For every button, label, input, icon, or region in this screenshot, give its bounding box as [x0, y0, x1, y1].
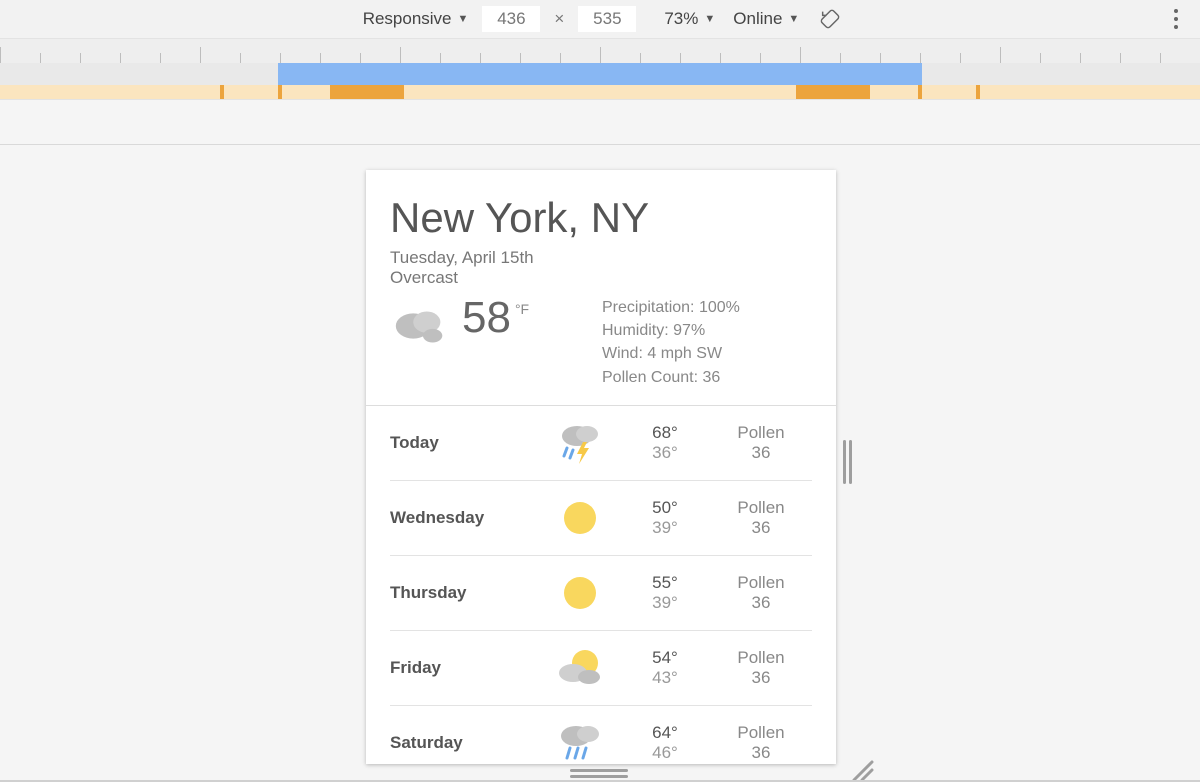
forecast-day: Thursday [390, 583, 540, 603]
city-title: New York, NY [390, 194, 812, 242]
viewport-height-input[interactable] [578, 6, 636, 32]
resize-handle-bottom[interactable] [570, 769, 628, 778]
zoom-select[interactable]: 73% ▼ [660, 5, 719, 33]
forecast-day: Friday [390, 658, 540, 678]
forecast-row[interactable]: Friday 54°43°Pollen36 [390, 631, 812, 706]
forecast-pollen: Pollen36 [710, 498, 812, 538]
forecast-pollen: Pollen36 [710, 723, 812, 763]
forecast-temps: 54°43° [620, 648, 710, 688]
forecast-pollen: Pollen36 [710, 423, 812, 463]
date-label: Tuesday, April 15th [390, 248, 812, 268]
forecast-partly-icon [540, 647, 620, 689]
forecast-row[interactable]: Wednesday 50°39°Pollen36 [390, 481, 812, 556]
device-ruler[interactable] [0, 39, 1200, 63]
forecast-temps: 55°39° [620, 573, 710, 613]
forecast-row[interactable]: Saturday 64°46°Pollen36 [390, 706, 812, 764]
forecast-list: Today68°36°Pollen36Wednesday50°39°Pollen… [390, 406, 812, 764]
more-options-button[interactable] [1174, 0, 1178, 38]
device-toolbar: Responsive ▼ × 73% ▼ Online ▼ [0, 0, 1200, 39]
throttling-select[interactable]: Online ▼ [729, 5, 803, 33]
dimension-separator: × [550, 9, 568, 29]
forecast-row[interactable]: Thursday 55°39°Pollen36 [390, 556, 812, 631]
device-select-label: Responsive [363, 9, 452, 29]
forecast-day: Saturday [390, 733, 540, 753]
media-query-bar-orange[interactable] [0, 85, 1200, 100]
chevron-down-icon: ▼ [788, 13, 799, 25]
forecast-temps: 50°39° [620, 498, 710, 538]
weather-card: New York, NY Tuesday, April 15th Overcas… [366, 170, 836, 764]
current-metrics: Precipitation: 100% Humidity: 97% Wind: … [602, 296, 812, 389]
forecast-pollen: Pollen36 [710, 573, 812, 613]
forecast-temps: 68°36° [620, 423, 710, 463]
media-query-bar-blue[interactable] [0, 63, 1200, 85]
forecast-temps: 64°46° [620, 723, 710, 763]
viewport-width-input[interactable] [482, 6, 540, 32]
device-viewport: New York, NY Tuesday, April 15th Overcas… [366, 170, 836, 764]
forecast-sunny-icon [540, 572, 620, 614]
rotate-icon[interactable] [819, 8, 841, 30]
device-select[interactable]: Responsive ▼ [359, 5, 473, 33]
current-temp: 58 °F [462, 296, 529, 340]
chevron-down-icon: ▼ [704, 13, 715, 25]
chevron-down-icon: ▼ [458, 13, 469, 25]
forecast-sunny-icon [540, 497, 620, 539]
throttling-label: Online [733, 9, 782, 29]
forecast-day: Today [390, 433, 540, 453]
overcast-icon [390, 302, 452, 350]
current-conditions: 58 °F Precipitation: 100% Humidity: 97% … [390, 296, 812, 389]
forecast-row[interactable]: Today 68°36°Pollen36 [390, 406, 812, 481]
temp-unit: °F [515, 302, 529, 316]
forecast-day: Wednesday [390, 508, 540, 528]
forecast-rain-icon [540, 722, 620, 764]
zoom-label: 73% [664, 9, 698, 29]
resize-handle-right[interactable] [843, 440, 852, 484]
forecast-thunder-icon [540, 422, 620, 464]
forecast-pollen: Pollen36 [710, 648, 812, 688]
resize-handle-corner[interactable] [848, 756, 874, 782]
condition-label: Overcast [390, 268, 812, 288]
